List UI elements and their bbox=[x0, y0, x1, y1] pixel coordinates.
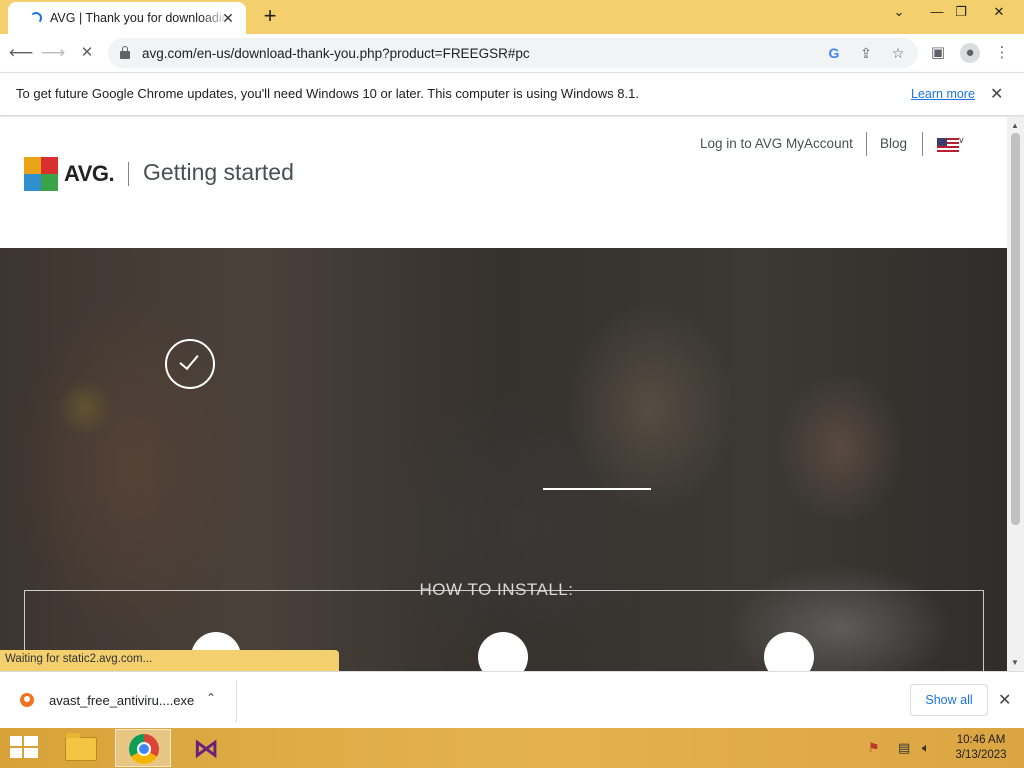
language-chevron-down-icon[interactable]: ∨ bbox=[958, 135, 965, 146]
share-icon[interactable]: ⇪ bbox=[856, 43, 876, 63]
checkmark-circle-icon bbox=[165, 339, 215, 389]
download-shelf: avast_free_antiviru....exe ⌃ Show all ✕ bbox=[0, 671, 1024, 728]
tab-close-icon[interactable]: ✕ bbox=[218, 8, 238, 28]
nav-divider bbox=[866, 132, 867, 156]
tab-strip: AVG | Thank you for downloading ✕ + ⌄ — … bbox=[0, 0, 1024, 34]
shelf-divider bbox=[236, 680, 237, 722]
hero-divider-line bbox=[543, 488, 651, 490]
address-bar[interactable]: avg.com/en-us/download-thank-you.php?pro… bbox=[108, 38, 918, 68]
status-bubble: Waiting for static2.avg.com... bbox=[0, 650, 339, 671]
download-options-chevron-icon[interactable]: ⌃ bbox=[206, 691, 216, 705]
install-title: HOW TO INSTALL: bbox=[419, 580, 574, 599]
loading-spinner-icon bbox=[30, 12, 42, 24]
visual-studio-icon: ⋈ bbox=[193, 733, 219, 763]
back-button[interactable]: ⟵ bbox=[8, 40, 34, 66]
tab-title: AVG | Thank you for downloading bbox=[50, 11, 228, 25]
new-tab-button[interactable]: + bbox=[258, 4, 282, 28]
windows-start-icon[interactable] bbox=[10, 736, 38, 760]
install-title-wrap: HOW TO INSTALL: bbox=[0, 580, 1007, 600]
blog-link[interactable]: Blog bbox=[880, 136, 907, 151]
lock-icon[interactable] bbox=[120, 46, 130, 59]
nav-divider bbox=[922, 132, 923, 156]
window-close-button[interactable]: ✕ bbox=[982, 0, 1016, 24]
tab-search-button[interactable]: ⌄ bbox=[882, 0, 916, 24]
shelf-close-icon[interactable]: ✕ bbox=[998, 690, 1011, 710]
visual-studio-taskbar-button[interactable]: ⋈ bbox=[177, 729, 233, 767]
stop-loading-button[interactable]: ✕ bbox=[74, 40, 100, 66]
url-text[interactable]: avg.com/en-us/download-thank-you.php?pro… bbox=[142, 46, 530, 61]
restore-button[interactable]: ❐ bbox=[944, 0, 978, 24]
hero-banner: HOW TO INSTALL: bbox=[0, 248, 1007, 671]
site-header: AVG. Getting started Log in to AVG MyAcc… bbox=[0, 117, 1007, 248]
network-icon[interactable]: ▤ bbox=[898, 740, 910, 756]
taskbar-clock[interactable]: 10:46 AM 3/13/2023 bbox=[950, 733, 1012, 763]
windows-taskbar: ⋈ ⚑ ▤ 🔈︎ 10:46 AM 3/13/2023 bbox=[0, 728, 1024, 768]
update-infobar: To get future Google Chrome updates, you… bbox=[0, 72, 1024, 116]
browser-tab[interactable]: AVG | Thank you for downloading ✕ bbox=[8, 2, 246, 34]
avast-file-icon[interactable] bbox=[20, 693, 34, 707]
show-all-button[interactable]: Show all bbox=[910, 684, 988, 716]
page-viewport: AVG. Getting started Log in to AVG MyAcc… bbox=[0, 117, 1024, 671]
avg-logo-icon[interactable] bbox=[24, 157, 58, 191]
download-file-name[interactable]: avast_free_antiviru....exe bbox=[49, 693, 194, 708]
profile-avatar-icon[interactable]: ● bbox=[960, 43, 980, 63]
login-myaccount-link[interactable]: Log in to AVG MyAccount bbox=[700, 136, 853, 151]
clock-time: 10:46 AM bbox=[956, 734, 1006, 746]
avg-logo-text[interactable]: AVG. bbox=[64, 161, 115, 187]
forward-button[interactable]: ⟶ bbox=[40, 40, 66, 66]
bookmark-star-icon[interactable]: ☆ bbox=[888, 43, 908, 63]
header-divider bbox=[128, 162, 129, 186]
us-flag-icon[interactable] bbox=[937, 138, 959, 152]
scrollbar-thumb[interactable] bbox=[1011, 133, 1020, 525]
google-translate-icon[interactable]: G bbox=[824, 43, 844, 63]
chrome-menu-icon[interactable]: ⋮ bbox=[992, 43, 1012, 63]
infobar-message: To get future Google Chrome updates, you… bbox=[16, 86, 639, 101]
side-panel-icon[interactable]: ▣ bbox=[928, 43, 948, 63]
clock-date: 3/13/2023 bbox=[955, 749, 1007, 761]
page-title: Getting started bbox=[143, 159, 294, 185]
chrome-icon bbox=[129, 734, 159, 764]
folder-icon bbox=[65, 733, 97, 761]
file-explorer-taskbar-button[interactable] bbox=[53, 729, 109, 767]
browser-toolbar: ⟵ ⟶ ✕ avg.com/en-us/download-thank-you.p… bbox=[0, 34, 1024, 72]
infobar-close-icon[interactable]: ✕ bbox=[990, 84, 1003, 104]
action-center-flag-icon[interactable]: ⚑ bbox=[868, 740, 880, 756]
scroll-down-arrow-icon[interactable]: ▼ bbox=[1011, 658, 1019, 667]
scroll-up-arrow-icon[interactable]: ▲ bbox=[1011, 121, 1019, 130]
learn-more-link[interactable]: Learn more bbox=[911, 87, 975, 101]
chrome-taskbar-button[interactable] bbox=[115, 729, 171, 767]
page-scrollbar[interactable]: ▲ ▼ bbox=[1007, 117, 1024, 671]
volume-icon[interactable]: 🔈︎ bbox=[922, 740, 930, 756]
